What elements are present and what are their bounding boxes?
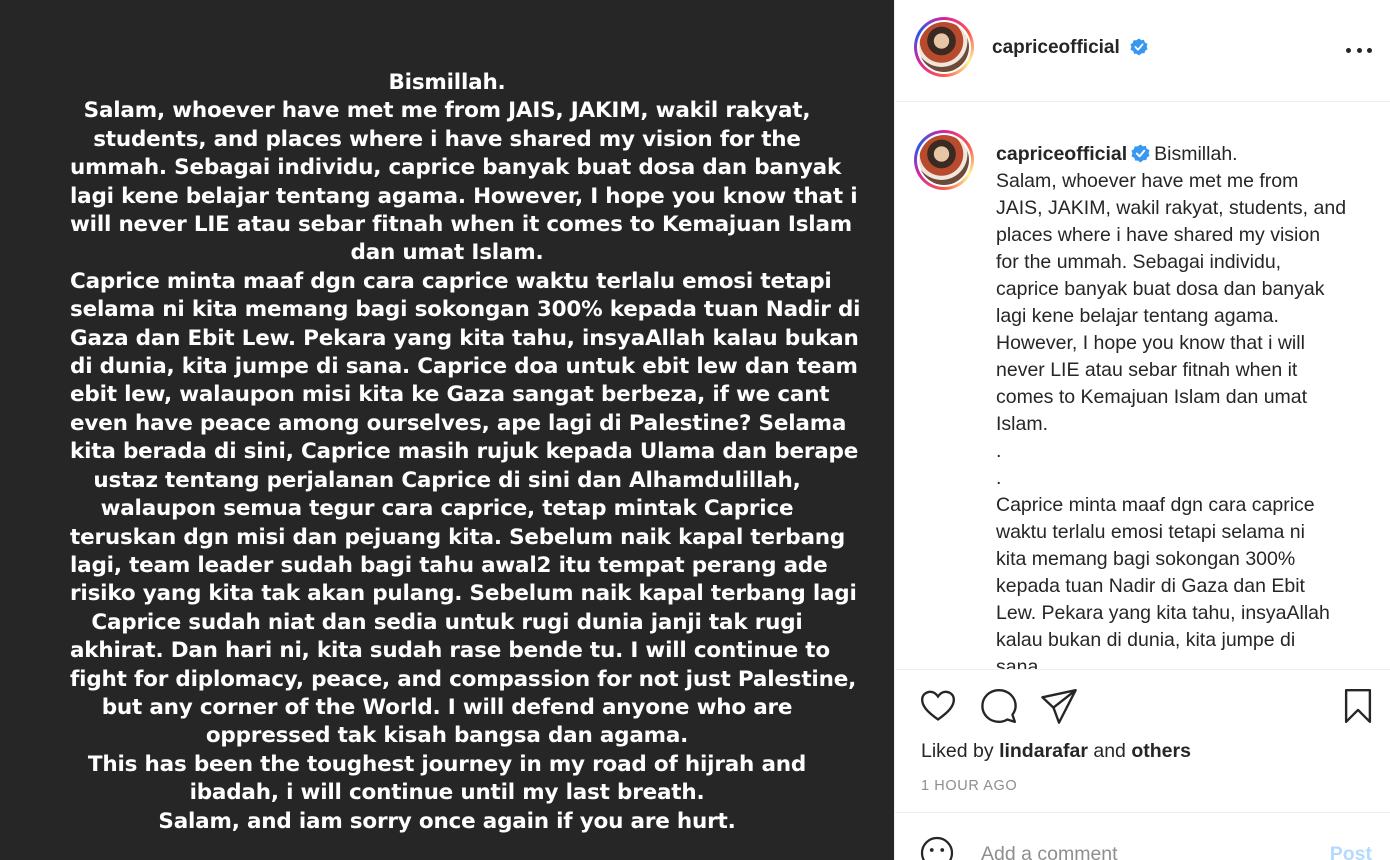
image-text-line: but any corner of the World. I will defe… <box>101 694 793 720</box>
post-sidebar: capriceofficial capriceofficial Bismilla… <box>894 0 1390 860</box>
image-text-line: ustaz tentang perjalanan Caprice di sini… <box>93 467 801 493</box>
liked-prefix: Liked by <box>921 740 1000 762</box>
profile-photo <box>919 22 969 72</box>
image-text-line: students, and places where i have shared… <box>93 126 801 152</box>
comment-bar: Post <box>895 812 1390 860</box>
caption-line: JAIS, JAKIM, wakil rakyat, students, and <box>996 197 1347 219</box>
image-text-line: fight for diplomacy, peace, and compassi… <box>70 666 857 692</box>
image-text-line: di dunia, kita jumpe di sana. Caprice do… <box>70 354 858 380</box>
header-username[interactable]: capriceofficial <box>992 37 1120 59</box>
caption-line: Islam. <box>996 413 1049 435</box>
image-text-line: Gaza dan Ebit Lew. Pekara yang kita tahu… <box>70 325 859 351</box>
post-header: capriceofficial <box>895 0 1390 102</box>
post-image-text: Bismillah. Salam, whoever have met me fro… <box>70 69 861 836</box>
avatar[interactable] <box>914 17 974 77</box>
image-text-line: ebit lew, walaupon misi kita ke Gaza san… <box>70 382 830 408</box>
caption-line: kita memang bagi sokongan 300% <box>996 548 1296 570</box>
liked-and: and <box>1087 740 1132 762</box>
image-text-line: dan umat Islam. <box>350 240 544 266</box>
caption-line: Lew. Pekara yang kita tahu, insyaAllah <box>996 602 1330 624</box>
image-text-line: teruskan dgn misi dan pejuang kita. Sebe… <box>70 524 846 550</box>
post-image[interactable]: Bismillah. Salam, whoever have met me fro… <box>0 0 894 860</box>
bookmark-icon[interactable] <box>1339 687 1377 725</box>
caption-line: caprice banyak buat dosa dan banyak <box>996 278 1325 300</box>
actions-section: Liked by lindarafar and others 1 HOUR AG… <box>895 669 1390 860</box>
image-text-line: will never LIE atau sebar fitnah when it… <box>70 212 852 238</box>
image-text-line: akhirat. Dan hari ni, kita sudah rase be… <box>70 638 830 664</box>
caption-line: lagi kene belajar tentang agama. <box>996 305 1279 327</box>
image-text-line: lagi, team leader sudah bagi tahu awal2 … <box>70 552 828 578</box>
liked-user-link[interactable]: lindarafar <box>999 740 1088 762</box>
image-text-line: ummah. Sebagai individu, caprice banyak … <box>70 155 842 181</box>
image-text-line: walaupon semua tegur cara caprice, tetap… <box>100 496 794 522</box>
image-text-line: Caprice minta maaf dgn cara caprice wakt… <box>70 268 832 294</box>
caption-area: capriceofficial Bismillah. Salam, whoeve… <box>895 103 1390 669</box>
caption-line: kalau bukan di dunia, kita jumpe di <box>996 629 1296 651</box>
caption-line: . <box>996 467 1002 489</box>
image-text-line: ibadah, i will continue until my last br… <box>189 780 705 806</box>
caption-line: sana. <box>996 656 1044 669</box>
image-text-line: kita berada di sini, Caprice masih rujuk… <box>70 439 859 465</box>
image-text-line: Salam, and iam sorry once again if you a… <box>158 808 736 834</box>
verified-badge-icon <box>1131 144 1150 163</box>
caption-line: places where i have shared my vision <box>996 224 1321 246</box>
image-text-line: This has been the toughest journey in my… <box>87 751 807 777</box>
caption-line: . <box>996 440 1002 462</box>
caption-line: never LIE atau sebar fitnah when it <box>996 359 1298 381</box>
image-text-line: Salam, whoever have met me from JAIS, JA… <box>83 98 811 124</box>
post-comment-button[interactable]: Post <box>1330 843 1372 860</box>
profile-photo <box>919 135 969 185</box>
post-timestamp[interactable]: 1 HOUR AGO <box>921 778 1017 794</box>
image-text-line: lagi kene belajar tentang agama. However… <box>70 183 858 209</box>
emoji-icon[interactable] <box>919 835 955 860</box>
image-text-line: Bismillah. <box>388 70 506 95</box>
caption-line: Caprice minta maaf dgn cara caprice <box>996 494 1315 516</box>
caption-avatar[interactable] <box>914 130 974 190</box>
liked-others-link[interactable]: others <box>1131 740 1191 762</box>
more-options-icon[interactable] <box>1346 38 1372 62</box>
heart-icon[interactable] <box>919 687 957 725</box>
image-text-line: even have peace among ourselves, ape lag… <box>70 410 847 436</box>
comment-input[interactable] <box>981 843 1311 860</box>
image-text-line: selama ni kita memang bagi sokongan 300%… <box>70 297 861 323</box>
caption-line: Salam, whoever have met me from <box>996 170 1299 192</box>
caption-line: comes to Kemajuan Islam dan umat <box>996 386 1308 408</box>
verified-badge-icon <box>1130 38 1148 56</box>
liked-by-text: Liked by lindarafar and others <box>921 740 1191 763</box>
image-text-line: Caprice sudah niat dan sedia untuk rugi … <box>91 609 803 635</box>
caption-text: capriceofficial Bismillah. Salam, whoeve… <box>996 141 1366 669</box>
caption-line: kepada tuan Nadir di Gaza dan Ebit <box>996 575 1305 597</box>
caption-line: for the ummah. Sebagai individu, <box>996 251 1282 273</box>
caption-username[interactable]: capriceofficial <box>996 143 1127 165</box>
caption-first-text: Bismillah. <box>1154 143 1238 165</box>
caption-line: waktu terlalu emosi tetapi selama ni <box>996 521 1305 543</box>
image-text-line: oppressed tak kisah bangsa dan agama. <box>205 723 689 749</box>
comment-icon[interactable] <box>980 687 1018 725</box>
caption-line: However, I hope you know that i will <box>996 332 1305 354</box>
share-icon[interactable] <box>1040 687 1078 725</box>
image-text-line: risiko yang kita tak akan pulang. Sebelu… <box>70 581 857 607</box>
